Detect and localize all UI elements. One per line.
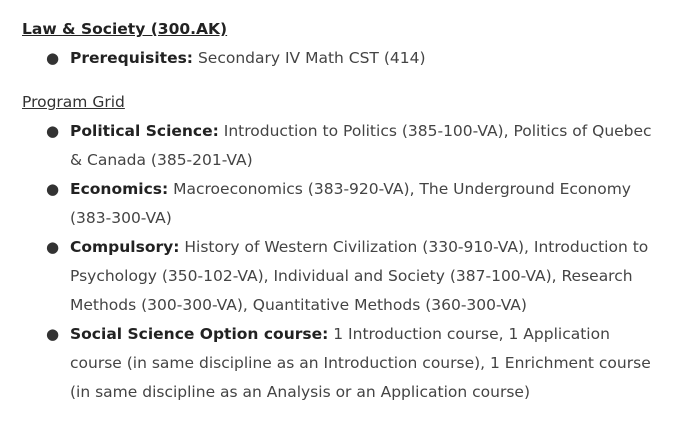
compulsory-term: Compulsory: <box>70 238 180 256</box>
list-item-prerequisites: ● Prerequisites: Secondary IV Math CST (… <box>22 44 655 73</box>
prerequisites-term: Prerequisites: <box>70 49 194 67</box>
list-item-economics: ● Economics: Macroeconomics (383-920-VA)… <box>22 175 655 233</box>
option-course-term: Social Science Option course: <box>70 325 329 343</box>
list-item-political-science: ● Political Science: Introduction to Pol… <box>22 117 655 175</box>
political-science-term: Political Science: <box>70 122 219 140</box>
bullet-icon: ● <box>46 122 60 140</box>
prerequisites-text: Secondary IV Math CST (414) <box>197 49 426 67</box>
bullet-icon: ● <box>46 180 60 198</box>
bullet-icon: ● <box>46 325 60 343</box>
bullet-icon: ● <box>46 238 60 256</box>
program-grid-title: Program Grid <box>22 93 125 111</box>
list-item-compulsory: ● Compulsory: History of Western Civiliz… <box>22 233 655 320</box>
list-item-option-course: ● Social Science Option course: 1 Introd… <box>22 320 655 407</box>
program-grid-list: ● Political Science: Introduction to Pol… <box>22 117 652 407</box>
bullet-icon: ● <box>46 49 60 67</box>
economics-term: Economics: <box>70 180 169 198</box>
program-title: Law & Society (300.AK) <box>22 20 228 38</box>
prerequisites-list: ● Prerequisites: Secondary IV Math CST (… <box>22 44 652 73</box>
program-page: Law & Society (300.AK) ● Prerequisites: … <box>0 0 652 407</box>
